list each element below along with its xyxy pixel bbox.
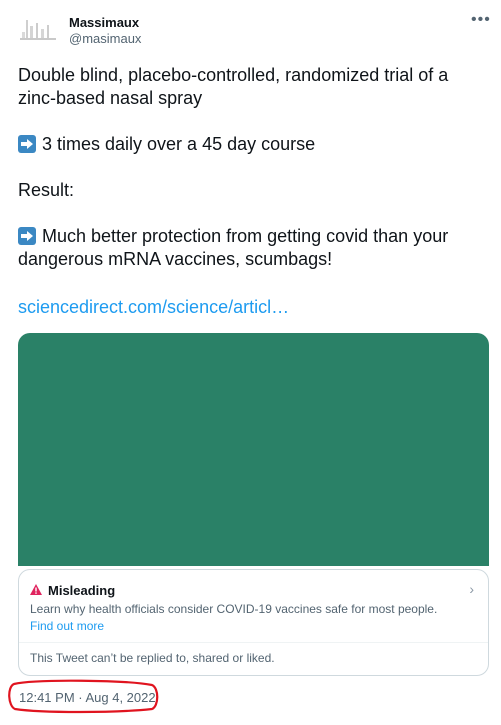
tweet-text: Double blind, placebo-controlled, random… xyxy=(18,64,486,271)
tweet-line-1: Double blind, placebo-controlled, random… xyxy=(18,65,449,108)
tweet-line-2-text: 3 times daily over a 45 day course xyxy=(42,134,316,154)
notice-title: Misleading xyxy=(48,583,116,598)
avatar-image xyxy=(20,20,56,40)
more-options-icon[interactable]: ••• xyxy=(471,11,491,29)
tweet-timestamp[interactable]: 12:41 PM · Aug 4, 2022 xyxy=(19,690,156,705)
tweet-line-2: 3 times daily over a 45 day course xyxy=(18,133,486,156)
warning-triangle-icon xyxy=(30,584,42,595)
media-image[interactable] xyxy=(18,333,489,566)
right-arrow-emoji-icon xyxy=(18,135,36,153)
article-link[interactable]: sciencedirect.com/science/articl… xyxy=(18,297,289,318)
right-arrow-emoji-icon xyxy=(18,227,36,245)
author-handle[interactable]: @masimaux xyxy=(69,31,141,46)
avatar[interactable] xyxy=(18,12,58,52)
divider xyxy=(19,642,488,643)
misleading-notice[interactable]: Misleading › Learn why health officials … xyxy=(18,569,489,676)
reply-restriction-text: This Tweet can’t be replied to, shared o… xyxy=(30,651,275,665)
tweet-line-4: Much better protection from getting covi… xyxy=(18,225,486,271)
author-name[interactable]: Massimaux xyxy=(69,15,139,30)
tweet-line-4-text: Much better protection from getting covi… xyxy=(18,226,449,269)
tweet-line-3: Result: xyxy=(18,180,75,200)
find-out-more-link[interactable]: Find out more xyxy=(30,619,104,633)
notice-description: Learn why health officials consider COVI… xyxy=(30,602,438,616)
chevron-right-icon: › xyxy=(469,581,474,597)
